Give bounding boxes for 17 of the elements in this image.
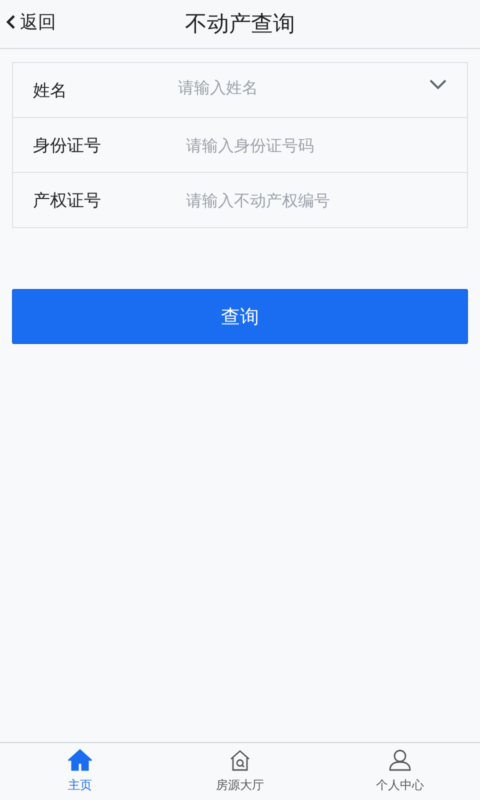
field-label: 产权证号 xyxy=(33,190,102,212)
back-link[interactable]: 返回 xyxy=(0,10,56,34)
dropdown-icon[interactable] xyxy=(429,78,447,90)
field-label: 身份证号 xyxy=(33,134,102,156)
tab-item[interactable]: 主页 xyxy=(0,743,160,800)
home-icon xyxy=(68,749,92,771)
query-button[interactable]: 查询 xyxy=(12,289,468,344)
page-title: 不动产查询 xyxy=(185,11,295,39)
input-field[interactable]: 请输入姓名 xyxy=(178,78,429,96)
tab-item[interactable]: 个人中心 xyxy=(320,743,480,800)
field-label: 姓名 xyxy=(33,80,68,102)
person-icon xyxy=(388,749,412,771)
input-field[interactable]: 请输入不动产权编号 xyxy=(186,190,447,210)
input-field[interactable]: 请输入身份证号码 xyxy=(186,136,447,154)
back-icon xyxy=(6,14,16,30)
tab-item[interactable]: 房源大厅 xyxy=(160,743,320,800)
house-search-icon xyxy=(228,749,252,771)
